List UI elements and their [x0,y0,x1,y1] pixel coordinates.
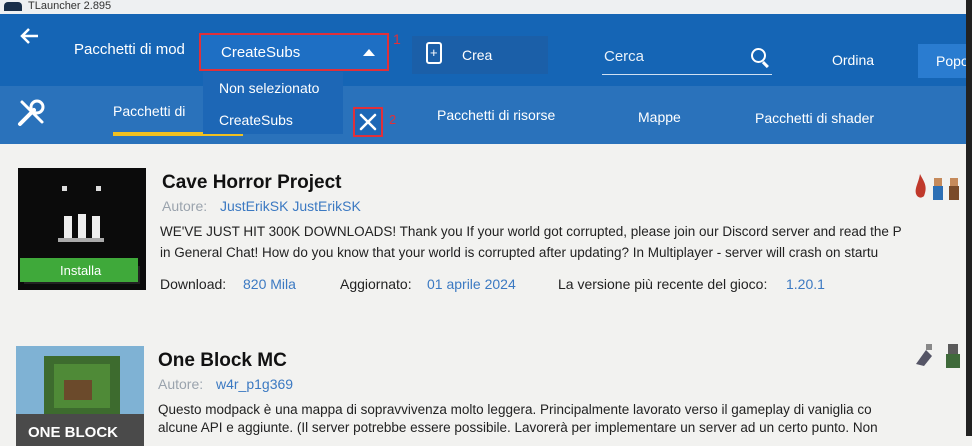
install-label: Installa [60,263,102,278]
launcher-logo-icon [4,2,22,11]
download-label: Download: [160,276,227,292]
pack-title[interactable]: Cave Horror Project [162,172,342,194]
updated-label: Aggiornato: [340,276,412,292]
updated-value: 01 aprile 2024 [427,276,516,292]
download-value: 820 Mila [243,276,296,292]
tab-modpacks[interactable]: Pacchetti di [113,103,185,119]
pack-description-line-2: alcune API e aggiunte. (Il server potreb… [158,420,878,435]
search-field[interactable]: Cerca [602,40,772,75]
sort-select[interactable]: Popo [918,44,972,78]
screen-bezel [966,0,972,436]
mode-label: Pacchetti di mod [74,41,185,58]
pack-image-caption: ONE BLOCK [28,424,118,441]
sort-value: Popo [936,53,969,69]
tab-resource-packs[interactable]: Pacchetti di risorse [437,107,555,123]
author-label: Autore: [162,198,208,214]
caret-up-icon [363,49,375,56]
search-placeholder: Cerca [604,48,645,65]
pack-description-line-2: in General Chat! How do you know that yo… [160,245,879,260]
create-label: Crea [462,47,493,63]
fire-icon [915,174,926,198]
author-link[interactable]: JustErikSK JustErikSK [220,198,361,214]
title-bar: TLauncher 2.895 [0,0,972,14]
pack-image-one-block[interactable]: ONE BLOCK [16,346,144,446]
pack-description-line-1: WE'VE JUST HIT 300K DOWNLOADS! Thank you… [160,224,902,239]
author-link[interactable]: w4r_p1g369 [216,376,293,392]
sort-label[interactable]: Ordina [832,52,874,68]
edit-tools-button[interactable] [353,107,383,137]
category-icons [912,340,966,370]
pack-selector[interactable]: CreateSubs [199,33,389,71]
back-arrow-icon [20,28,38,44]
new-file-icon [426,42,442,64]
pack-description-line-1: Questo modpack è una mappa di sopravvive… [158,402,872,417]
tab-shader-packs[interactable]: Pacchetti di shader [755,110,874,126]
version-label: La versione più recente del gioco: [558,276,768,292]
window-title: TLauncher 2.895 [28,0,112,12]
pack-title[interactable]: One Block MC [158,350,287,372]
tab-maps[interactable]: Mappe [638,109,681,125]
create-button[interactable]: Crea [412,36,548,74]
tools-icon[interactable] [16,98,46,128]
search-icon[interactable] [751,48,766,63]
author-label: Autore: [158,376,204,392]
pack-selector-value: CreateSubs [221,44,301,61]
install-button[interactable]: Installa [20,258,138,282]
dropdown-item-none[interactable]: Non selezionato [219,80,319,96]
annotation-marker-1: 1 [393,31,401,47]
annotation-marker-2: 2 [389,112,397,127]
pack-selector-dropdown: Non selezionato CreateSubs [203,72,343,134]
crossed-tools-icon [359,113,377,131]
dropdown-item-createsubs[interactable]: CreateSubs [219,112,293,128]
version-value: 1.20.1 [786,276,825,292]
category-icons [910,172,966,202]
back-button[interactable] [18,24,46,52]
